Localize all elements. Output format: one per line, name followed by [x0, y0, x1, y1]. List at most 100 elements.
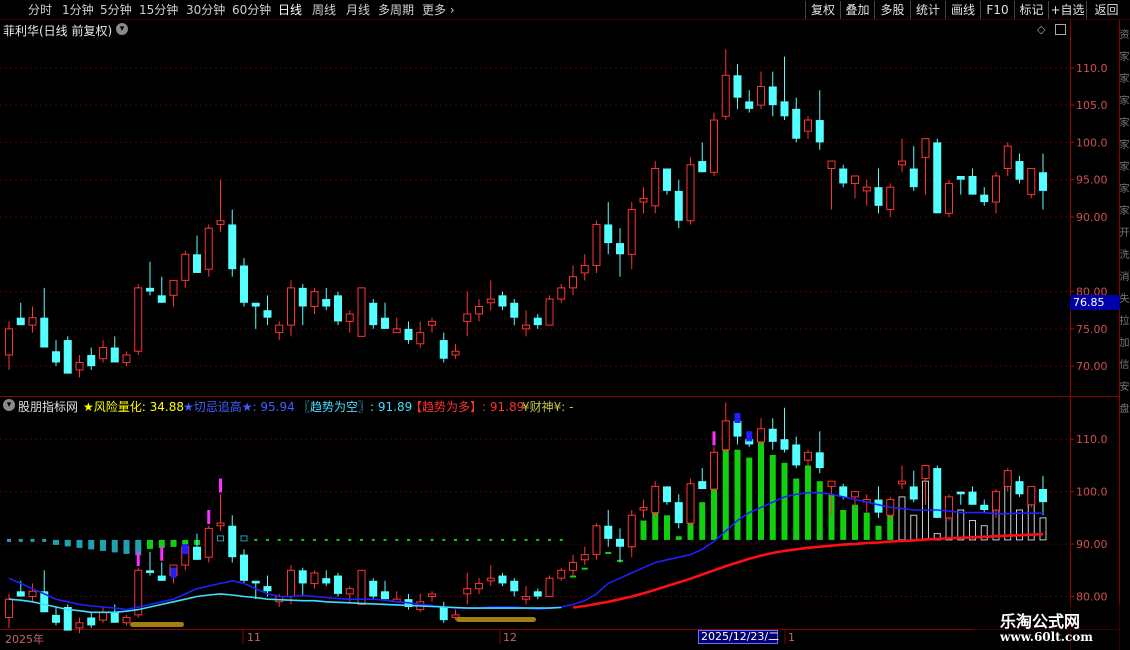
- date-axis: 2025年 11 12 1: [0, 630, 1070, 646]
- axis-tick-label: 100.0: [1076, 136, 1108, 149]
- candle-body-up: [522, 596, 530, 600]
- level-bar: [570, 575, 576, 578]
- candle-body-up: [1003, 470, 1012, 487]
- chevron-down-icon[interactable]: ▾: [3, 399, 15, 411]
- candle-body-up: [181, 253, 190, 281]
- candle-body-down: [263, 310, 272, 318]
- main-chart-header: 菲利华(日线 前复权) ▾ ◇: [0, 20, 1070, 38]
- candle-body-down: [674, 502, 683, 524]
- candle-body-up: [345, 313, 354, 322]
- bottom-signal: [456, 617, 536, 622]
- candle-body-down: [909, 486, 918, 500]
- candle-body-down: [298, 287, 307, 307]
- candle-body-down: [792, 108, 801, 139]
- candle-body-down: [980, 504, 989, 511]
- candle-body-up: [122, 617, 131, 624]
- candle-body-down: [839, 486, 848, 497]
- level-bar: [477, 538, 481, 541]
- level-bar: [371, 538, 375, 541]
- axis-tick-label: 70.00: [1076, 360, 1108, 373]
- level-bar: [664, 515, 670, 540]
- candle-body-up: [992, 175, 1000, 203]
- level-bar: [501, 538, 504, 541]
- candle-body-up: [75, 622, 84, 629]
- candle-body-down: [110, 612, 119, 623]
- candle-body-up: [486, 298, 495, 304]
- candle-body-up: [827, 480, 836, 487]
- candle-body-up: [122, 354, 131, 363]
- level-bar: [910, 514, 918, 541]
- candle-body-down: [240, 265, 248, 303]
- candle-body-up: [804, 451, 812, 461]
- strip-char: 信: [1119, 360, 1130, 371]
- candle-body-up: [216, 220, 225, 225]
- level-bar: [559, 538, 563, 541]
- signal-marker: [219, 478, 222, 493]
- strip-char: 资: [1119, 30, 1130, 41]
- candle-body-down: [1015, 161, 1024, 180]
- candle-body-down: [768, 86, 777, 106]
- watermark-title: 乐淘公式网: [1000, 612, 1081, 631]
- candle-body-up: [651, 168, 660, 207]
- level-bar: [336, 538, 340, 541]
- candle-body-down: [1015, 481, 1024, 495]
- level-bar: [64, 539, 71, 547]
- candle-body-down: [698, 161, 707, 173]
- candle-body-down: [334, 295, 342, 322]
- level-bar: [100, 539, 106, 551]
- candle-body-down: [956, 175, 965, 180]
- window-restore-icon[interactable]: [1055, 24, 1066, 35]
- price-axis: 110.0 105.0 100.0 95.00 90.00 80.00 75.00 70.00…: [1070, 62, 1108, 604]
- candle-body-down: [780, 439, 789, 450]
- candle-body-up: [592, 223, 601, 266]
- candle-body-down: [263, 586, 272, 592]
- axis-tick-label: 100.0: [1076, 486, 1108, 499]
- candle-body-down: [839, 168, 848, 184]
- level-bar: [289, 538, 293, 541]
- axis-tick-label: 110.0: [1076, 433, 1108, 446]
- strip-char: 安: [1119, 382, 1130, 393]
- axis-tick-label: 75.00: [1076, 323, 1108, 336]
- candle-body-up: [287, 287, 295, 326]
- indicator-value: 〖趋势为空〗: 91.89: [298, 400, 413, 414]
- candle-body-up: [686, 164, 695, 222]
- candle-body-up: [862, 186, 871, 192]
- candle-body-down: [1039, 489, 1047, 503]
- candle-body-up: [345, 588, 354, 595]
- candle-body-down: [663, 486, 671, 503]
- level-bar: [111, 539, 118, 553]
- date-label: 11: [247, 631, 261, 644]
- level-bar: [793, 478, 800, 540]
- candle-body-down: [240, 554, 248, 581]
- candle-body-up: [757, 85, 765, 106]
- candle-body-up: [310, 572, 319, 584]
- diamond-icon[interactable]: ◇: [1037, 23, 1045, 36]
- candle-body-up: [945, 182, 953, 214]
- candle-body-up: [75, 361, 84, 371]
- level-bar: [781, 462, 788, 540]
- level-bar: [147, 539, 153, 549]
- candle-body-up: [416, 332, 425, 345]
- candle-body-down: [439, 340, 448, 359]
- axis-tick-label: 80.00: [1076, 591, 1108, 604]
- candle-body-up: [851, 491, 859, 498]
- candle-body-down: [698, 481, 707, 490]
- level-bar: [383, 538, 387, 541]
- candle-body-up: [392, 328, 401, 334]
- candle-body-down: [322, 578, 331, 584]
- candle-body-up: [287, 569, 295, 598]
- candle-body-down: [63, 340, 72, 374]
- level-bar: [489, 538, 493, 541]
- chart-canvas[interactable]: 110.0 105.0 100.0 95.00 90.00 80.00 75.00 70.00…: [0, 0, 1130, 650]
- candle-body-down: [40, 317, 49, 348]
- candle-body-up: [545, 298, 554, 326]
- candle-body-up: [451, 350, 460, 356]
- candle-body-up: [1027, 485, 1036, 506]
- strip-char: 家: [1119, 184, 1130, 195]
- line-qushi-duo: [572, 532, 1044, 609]
- chevron-down-icon[interactable]: ▾: [116, 23, 128, 35]
- level-bar: [18, 538, 23, 542]
- candle-body-up: [686, 483, 695, 524]
- candle-body-down: [157, 575, 166, 581]
- strip-char: 加: [1119, 338, 1130, 349]
